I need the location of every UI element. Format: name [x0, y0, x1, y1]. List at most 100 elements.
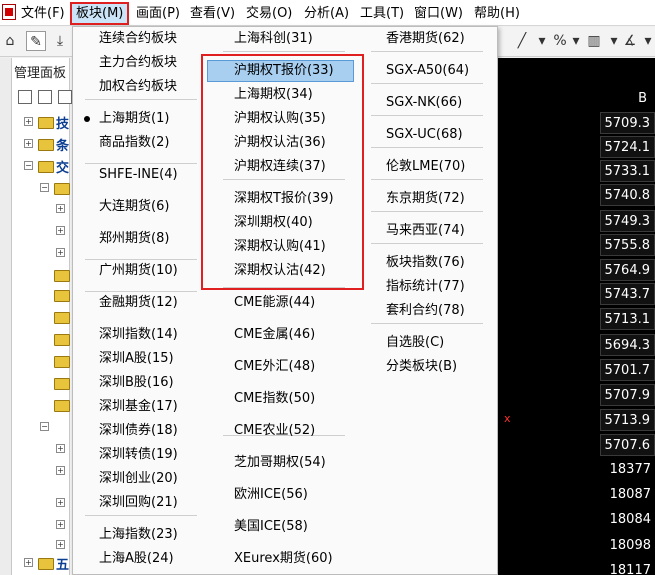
quote-value[interactable]: 5749.3	[600, 210, 655, 232]
quote-value[interactable]: 5740.8	[600, 184, 655, 206]
menu-item-col1[interactable]: 深圳创业(20)	[99, 468, 178, 490]
menu-sector[interactable]: 板块(M)	[70, 2, 130, 25]
menu-item-col1[interactable]: 加权合约板块	[99, 76, 177, 98]
tree-expander[interactable]: +	[56, 498, 65, 507]
menu-item-col3[interactable]: SGX-UC(68)	[386, 124, 463, 146]
menu-bar: 文件(F) 板块(M) 画面(P) 查看(V) 交易(O) 分析(A) 工具(T…	[0, 0, 655, 26]
quote-value[interactable]: 5707.9	[600, 384, 655, 406]
menu-file[interactable]: 文件(F)	[21, 5, 65, 23]
menu-item-col1[interactable]: 上海期货(1)	[99, 108, 169, 130]
draw-tool-icon[interactable]: ✎	[26, 31, 46, 51]
quote-value[interactable]: 5713.9	[600, 409, 655, 431]
new-item-icon[interactable]	[18, 90, 32, 104]
menu-item-col2[interactable]: 芝加哥期权(54)	[234, 452, 326, 474]
quote-value[interactable]: 5707.6	[600, 434, 655, 456]
menu-item-col2[interactable]: XEurex期货(60)	[234, 548, 333, 570]
folder-icon	[54, 290, 70, 302]
quote-value[interactable]: 5694.3	[600, 334, 655, 356]
copy-icon[interactable]	[38, 90, 52, 104]
menu-analysis[interactable]: 分析(A)	[304, 5, 349, 23]
angle-icon[interactable]: ∡	[620, 31, 640, 51]
dropdown-arrow-icon[interactable]: ▾	[638, 31, 655, 51]
menu-item-col1[interactable]: 深圳B股(16)	[99, 372, 174, 394]
menu-item-col1[interactable]: 连续合约板块	[99, 28, 177, 50]
quote-value[interactable]: 5755.8	[600, 234, 655, 256]
menu-item-col1[interactable]: 深圳基金(17)	[99, 396, 178, 418]
menu-item-col3[interactable]: 套利合约(78)	[386, 300, 465, 322]
quote-value[interactable]: 18084	[600, 509, 655, 531]
menu-screen[interactable]: 画面(P)	[136, 5, 180, 23]
grid-icon[interactable]: ▥	[584, 31, 604, 51]
menu-item-col1[interactable]: 深圳债券(18)	[99, 420, 178, 442]
menu-item-col1[interactable]: 大连期货(6)	[99, 196, 169, 218]
menu-trade[interactable]: 交易(O)	[246, 5, 292, 23]
menu-item-col1[interactable]: 广州期货(10)	[99, 260, 178, 282]
menu-item-col1[interactable]: 深圳转债(19)	[99, 444, 178, 466]
menu-item-col3[interactable]: 指标统计(77)	[386, 276, 465, 298]
menu-item-col3[interactable]: 马来西亚(74)	[386, 220, 465, 242]
menu-item-col1[interactable]: 深圳指数(14)	[99, 324, 178, 346]
quote-value[interactable]: 18377	[600, 459, 655, 481]
quote-value[interactable]: 5724.1	[600, 136, 655, 158]
menu-item-col1[interactable]: 商品指数(2)	[99, 132, 169, 154]
menu-view[interactable]: 查看(V)	[190, 5, 235, 23]
menu-item-col1[interactable]: 上海指数(23)	[99, 524, 178, 546]
tree-expander[interactable]: +	[56, 204, 65, 213]
quote-value[interactable]: 5743.7	[600, 283, 655, 305]
dropdown-arrow-icon[interactable]: ▾	[566, 31, 586, 51]
menu-item-col1[interactable]: 深圳回购(21)	[99, 492, 178, 514]
menu-item-col2[interactable]: 上海科创(31)	[234, 28, 313, 50]
menu-item-col2[interactable]: CME外汇(48)	[234, 356, 315, 378]
menu-item-col3[interactable]: SGX-NK(66)	[386, 92, 462, 114]
tree-expander[interactable]: +	[56, 248, 65, 257]
menu-item-col3[interactable]: 板块指数(76)	[386, 252, 465, 274]
folder-icon	[38, 161, 54, 173]
menu-item-col3[interactable]: 自选股(C)	[386, 332, 444, 354]
quote-value[interactable]: 5713.1	[600, 308, 655, 330]
folder-icon	[54, 334, 70, 346]
menu-item-col1[interactable]: 主力合约板块	[99, 52, 177, 74]
quote-value[interactable]: 18117	[600, 560, 655, 575]
quote-value[interactable]: 18098	[600, 535, 655, 557]
tree-expander[interactable]: +	[56, 540, 65, 549]
tree-expander[interactable]: +	[56, 444, 65, 453]
menu-item-col1[interactable]: 上海A股(24)	[99, 548, 174, 570]
properties-icon[interactable]	[58, 90, 72, 104]
menu-item-col2[interactable]: 欧洲ICE(56)	[234, 484, 308, 506]
tree-expander[interactable]: +	[56, 520, 65, 529]
menu-item-col1[interactable]: 金融期货(12)	[99, 292, 178, 314]
tree-expander[interactable]: +	[56, 226, 65, 235]
menu-tools[interactable]: 工具(T)	[360, 5, 404, 23]
tree-expander[interactable]: −	[40, 422, 49, 431]
column-header[interactable]: B	[497, 88, 655, 110]
download-icon[interactable]: ⤓	[50, 31, 70, 51]
menu-window[interactable]: 窗口(W)	[414, 5, 463, 23]
quote-value[interactable]: 5764.9	[600, 259, 655, 281]
quote-value[interactable]: 5733.1	[600, 160, 655, 182]
menu-item-col1[interactable]: 深圳A股(15)	[99, 348, 174, 370]
menu-item-col3[interactable]: 分类板块(B)	[386, 356, 457, 378]
tree-expander[interactable]: +	[56, 466, 65, 475]
menu-item-col2[interactable]: CME农业(52)	[234, 420, 315, 442]
menu-item-col2[interactable]: CME金属(46)	[234, 324, 315, 346]
vertical-tab-strip[interactable]	[0, 58, 12, 575]
menu-item-col3[interactable]: 伦敦LME(70)	[386, 156, 465, 178]
folder-icon	[38, 139, 54, 151]
menu-item-col3[interactable]: SGX-A50(64)	[386, 60, 469, 82]
menu-item-col2[interactable]: CME能源(44)	[234, 292, 315, 314]
menu-item-col2[interactable]: 美国ICE(58)	[234, 516, 308, 538]
menu-item-col3[interactable]: 香港期货(62)	[386, 28, 465, 50]
menu-item-col3[interactable]: 东京期货(72)	[386, 188, 465, 210]
home-icon[interactable]: ⌂	[0, 31, 20, 51]
quote-value[interactable]: 5701.7	[600, 359, 655, 381]
menu-item-col1[interactable]: SHFE-INE(4)	[99, 164, 178, 186]
line-tool-icon[interactable]: ╱	[512, 31, 532, 51]
menu-item-col2[interactable]: CME指数(50)	[234, 388, 315, 410]
folder-icon	[54, 312, 70, 324]
quote-value[interactable]: 5709.3	[600, 112, 655, 134]
menu-item-col1[interactable]: 郑州期货(8)	[99, 228, 169, 250]
quote-value[interactable]: 18087	[600, 484, 655, 506]
dropdown-arrow-icon[interactable]: ▾	[532, 31, 552, 51]
menu-help[interactable]: 帮助(H)	[474, 5, 520, 23]
tree-expander[interactable]: −	[40, 183, 49, 192]
